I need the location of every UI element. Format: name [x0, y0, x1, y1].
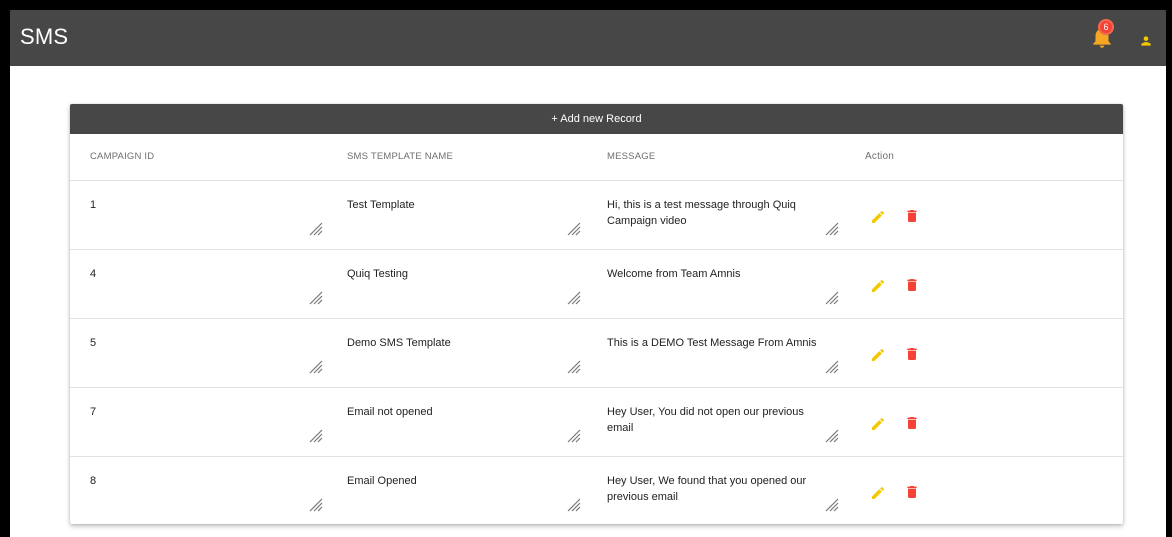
app-title: SMS	[20, 24, 69, 49]
resize-grip-icon[interactable]	[567, 429, 581, 443]
resize-grip-icon[interactable]	[825, 360, 839, 374]
template-name-cell[interactable]: Email not opened	[347, 404, 433, 420]
message-cell[interactable]: This is a DEMO Test Message From Amnis	[607, 335, 832, 351]
resize-grip-icon[interactable]	[825, 222, 839, 236]
resize-grip-icon[interactable]	[309, 429, 323, 443]
trash-icon[interactable]	[904, 483, 920, 501]
resize-grip-icon[interactable]	[567, 498, 581, 512]
resize-grip-icon[interactable]	[309, 291, 323, 305]
column-header-template-name: SMS TEMPLATE NAME	[347, 151, 453, 162]
message-cell[interactable]: Hey User, You did not open our previous …	[607, 404, 832, 436]
add-new-record-button[interactable]: + Add new Record	[70, 104, 1123, 134]
table-row: 4 Quiq Testing Welcome from Team Amnis	[70, 250, 1123, 319]
records-card: + Add new Record CAMPAIGN ID SMS TEMPLAT…	[70, 104, 1123, 524]
column-header-message: MESSAGE	[607, 151, 656, 162]
table-row: 5 Demo SMS Template This is a DEMO Test …	[70, 319, 1123, 388]
pencil-icon[interactable]	[870, 278, 886, 294]
message-cell[interactable]: Hi, this is a test message through Quiq …	[607, 197, 832, 229]
resize-grip-icon[interactable]	[567, 222, 581, 236]
pencil-icon[interactable]	[870, 416, 886, 432]
template-name-cell[interactable]: Quiq Testing	[347, 266, 408, 282]
campaign-id-cell[interactable]: 7	[90, 404, 96, 420]
resize-grip-icon[interactable]	[567, 291, 581, 305]
trash-icon[interactable]	[904, 414, 920, 432]
template-name-cell[interactable]: Email Opened	[347, 473, 417, 489]
template-name-cell[interactable]: Demo SMS Template	[347, 335, 451, 351]
table-body: 1 Test Template Hi, this is a test messa…	[70, 181, 1123, 524]
resize-grip-icon[interactable]	[825, 498, 839, 512]
user-icon[interactable]	[1139, 34, 1153, 48]
message-cell[interactable]: Welcome from Team Amnis	[607, 266, 832, 282]
table-row: 7 Email not opened Hey User, You did not…	[70, 388, 1123, 457]
column-header-campaign-id: CAMPAIGN ID	[90, 151, 155, 162]
table-row: 1 Test Template Hi, this is a test messa…	[70, 181, 1123, 250]
trash-icon[interactable]	[904, 345, 920, 363]
trash-icon[interactable]	[904, 276, 920, 294]
message-cell[interactable]: Hey User, We found that you opened our p…	[607, 473, 832, 505]
pencil-icon[interactable]	[870, 209, 886, 225]
table-row: 8 Email Opened Hey User, We found that y…	[70, 457, 1123, 524]
resize-grip-icon[interactable]	[309, 360, 323, 374]
pencil-icon[interactable]	[870, 347, 886, 363]
pencil-icon[interactable]	[870, 485, 886, 501]
campaign-id-cell[interactable]: 8	[90, 473, 96, 489]
column-header-action: Action	[865, 151, 894, 162]
table-header: CAMPAIGN ID SMS TEMPLATE NAME MESSAGE Ac…	[70, 134, 1123, 181]
resize-grip-icon[interactable]	[825, 429, 839, 443]
campaign-id-cell[interactable]: 4	[90, 266, 96, 282]
resize-grip-icon[interactable]	[567, 360, 581, 374]
template-name-cell[interactable]: Test Template	[347, 197, 415, 213]
resize-grip-icon[interactable]	[309, 498, 323, 512]
campaign-id-cell[interactable]: 1	[90, 197, 96, 213]
app-window: SMS 6 + Add new Record CAMPAIGN ID SMS T…	[10, 10, 1166, 537]
notification-badge: 6	[1098, 19, 1114, 35]
campaign-id-cell[interactable]: 5	[90, 335, 96, 351]
top-bar: SMS 6	[10, 10, 1166, 66]
resize-grip-icon[interactable]	[309, 222, 323, 236]
resize-grip-icon[interactable]	[825, 291, 839, 305]
trash-icon[interactable]	[904, 207, 920, 225]
